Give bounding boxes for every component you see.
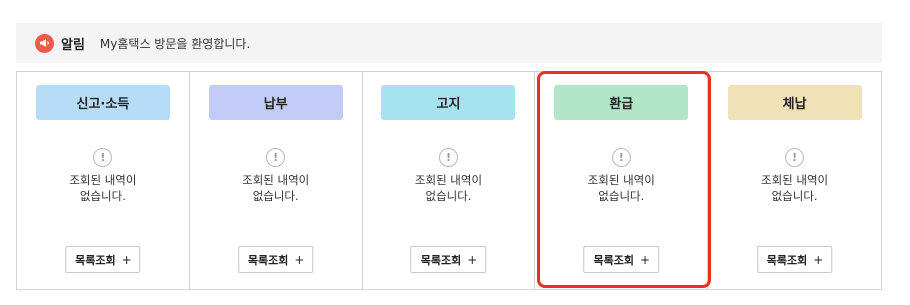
megaphone-icon [35,33,54,53]
list-view-button[interactable]: 목록조회 + [583,246,660,273]
plus-icon: + [294,252,305,267]
info-icon: ! [438,148,458,167]
notice-bar: 알림 My홈택스 방문을 환영합니다. [16,23,882,63]
status-panels: 신고·소득 ! 조회된 내역이 없습니다. 목록조회 + 납부 ! 조회된 내역… [16,71,882,290]
empty-message: 조회된 내역이 없습니다. [216,172,336,204]
plus-icon: + [467,252,478,267]
panel-refund: 환급 ! 조회된 내역이 없습니다. 목록조회 + [535,72,709,289]
empty-message-line: 조회된 내역이 [69,173,137,187]
info-icon: ! [266,148,286,167]
empty-message-line: 없습니다. [425,189,472,203]
notice-title: 알림 [61,37,85,53]
info-icon: ! [785,148,805,167]
list-view-button-label: 목록조회 [593,253,634,267]
empty-message-line: 없습니다. [79,189,126,203]
panel-title: 환급 [554,85,689,120]
list-view-button[interactable]: 목록조회 + [756,246,833,273]
empty-message-line: 조회된 내역이 [761,173,829,187]
info-icon: ! [611,148,631,167]
panel-title: 체납 [727,85,862,120]
list-view-button-label: 목록조회 [75,253,116,267]
empty-message: 조회된 내역이 없습니다. [735,172,855,204]
notice-message: My홈택스 방문을 환영합니다. [99,36,251,51]
plus-icon: + [639,252,651,267]
empty-message: 조회된 내역이 없습니다. [561,172,681,204]
panel-notice: 고지 ! 조회된 내역이 없습니다. 목록조회 + [363,72,536,289]
empty-message-line: 조회된 내역이 [414,173,483,187]
list-view-button[interactable]: 목록조회 + [65,246,141,273]
list-view-button[interactable]: 목록조회 + [237,246,314,273]
panel-title: 신고·소득 [35,85,170,120]
list-view-button[interactable]: 목록조회 + [410,246,487,273]
info-icon: ! [93,148,113,167]
empty-message: 조회된 내역이 없습니다. [388,172,508,204]
empty-message-line: 없습니다. [598,189,645,203]
empty-message-line: 조회된 내역이 [242,173,310,187]
list-view-button-label: 목록조회 [766,253,808,267]
list-view-button-label: 목록조회 [247,253,289,267]
empty-message-line: 조회된 내역이 [587,173,655,187]
panel-filing-income: 신고·소득 ! 조회된 내역이 없습니다. 목록조회 + [17,72,190,289]
empty-message: 조회된 내역이 없습니다. [43,172,163,204]
panel-title: 고지 [381,85,516,120]
panel-payment: 납부 ! 조회된 내역이 없습니다. 목록조회 + [190,72,363,289]
panel-arrears: 체납 ! 조회된 내역이 없습니다. 목록조회 + [708,72,881,289]
plus-icon: + [121,252,132,267]
list-view-button-label: 목록조회 [420,253,462,267]
panel-title: 납부 [208,85,343,120]
empty-message-line: 없습니다. [252,189,299,203]
plus-icon: + [813,252,824,267]
empty-message-line: 없습니다. [771,189,818,203]
